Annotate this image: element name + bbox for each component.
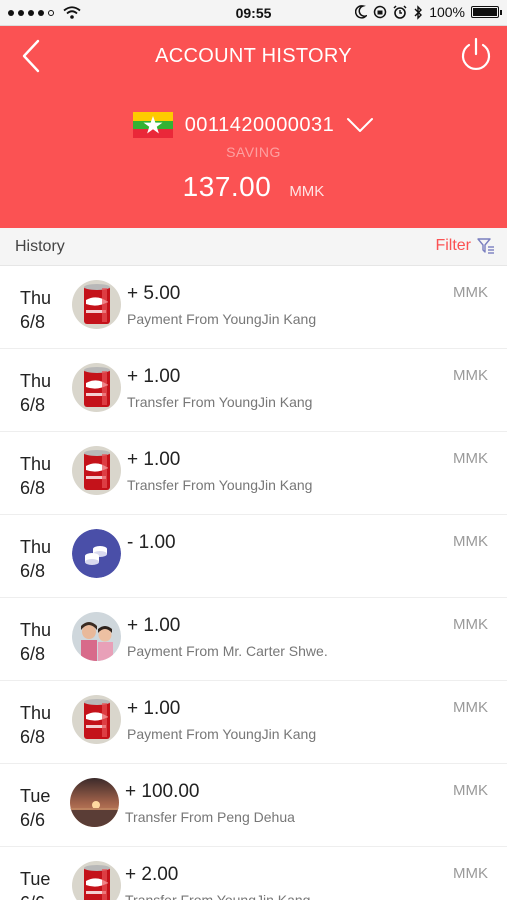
transaction-date: Thu 6/8 (20, 286, 51, 334)
bluetooth-icon (414, 4, 423, 20)
power-icon[interactable] (457, 36, 495, 74)
transaction-row[interactable]: Thu 6/8 + 1.00 Payment From Mr. Carter S… (0, 598, 507, 681)
transaction-date-value: 6/8 (20, 644, 46, 664)
transaction-amount: - 1.00 (127, 532, 176, 553)
transaction-row[interactable]: Thu 6/8 + 1.00 Payment From YoungJin Kan… (0, 681, 507, 764)
orientation-lock-icon (373, 5, 387, 19)
can-photo-avatar (72, 695, 121, 744)
transaction-currency: MMK (453, 533, 488, 550)
transaction-amount: + 2.00 (125, 864, 179, 885)
filter-button[interactable]: Filter (435, 237, 495, 255)
can-photo-avatar (72, 446, 121, 495)
transaction-day: Thu (20, 620, 52, 640)
account-header: ACCOUNT HISTORY 0011420000031 SAVING 137… (0, 26, 507, 228)
transaction-avatar (72, 861, 121, 900)
transaction-day: Thu (20, 454, 52, 474)
transaction-day: Thu (20, 371, 52, 391)
history-label: History (15, 238, 65, 255)
sunset-photo-avatar (70, 778, 119, 827)
transaction-date: Thu 6/8 (20, 369, 51, 417)
transaction-date-value: 6/6 (20, 891, 50, 900)
coins-icon (72, 529, 121, 578)
transaction-row[interactable]: Thu 6/8 + 5.00 Payment From YoungJin Kan… (0, 266, 507, 349)
transaction-description: Payment From YoungJin Kang (127, 311, 317, 327)
kids-photo-avatar (72, 612, 121, 661)
transaction-date-value: 6/6 (20, 810, 46, 830)
transaction-row[interactable]: Tue 6/6 + 2.00 Transfer From YoungJin Ka… (0, 847, 507, 900)
account-number: 0011420000031 (184, 113, 335, 136)
transaction-description: Transfer From YoungJin Kang (125, 892, 311, 900)
transaction-avatar (72, 446, 121, 495)
page-title: ACCOUNT HISTORY (155, 45, 352, 67)
transaction-list: Thu 6/8 + 5.00 Payment From YoungJin Kan… (0, 266, 507, 900)
transaction-date: Thu 6/8 (20, 701, 51, 749)
transaction-amount: + 1.00 (127, 698, 181, 719)
transaction-date: Thu 6/8 (20, 452, 51, 500)
transaction-description: Transfer From YoungJin Kang (127, 477, 313, 493)
can-photo-avatar (72, 280, 121, 329)
filter-icon (477, 238, 494, 254)
transaction-amount: + 100.00 (125, 781, 200, 802)
balance: 137.00 MMK (0, 171, 507, 203)
transaction-row[interactable]: Thu 6/8 + 1.00 Transfer From YoungJin Ka… (0, 349, 507, 432)
transaction-row[interactable]: Thu 6/8 + 1.00 Transfer From YoungJin Ka… (0, 432, 507, 515)
transaction-avatar (72, 529, 121, 578)
transaction-avatar (72, 280, 121, 329)
transaction-day: Tue (20, 869, 51, 889)
transaction-amount: + 1.00 (127, 615, 181, 636)
transaction-currency: MMK (453, 782, 488, 799)
transaction-avatar (72, 363, 121, 412)
transaction-description: Transfer From Peng Dehua (125, 809, 295, 825)
transaction-day: Thu (20, 537, 52, 557)
transaction-row[interactable]: Tue 6/6 + 100.00 Transfer From Peng Dehu… (0, 764, 507, 847)
myanmar-flag-icon (132, 112, 173, 138)
account-selector[interactable]: 0011420000031 (0, 112, 507, 138)
account-type: SAVING (226, 144, 281, 160)
status-bar: 09:55 100% (0, 0, 507, 26)
transaction-currency: MMK (453, 616, 488, 633)
alarm-icon (393, 5, 407, 19)
transaction-description: Payment From Mr. Carter Shwe. (127, 643, 328, 659)
transaction-day: Tue (20, 786, 51, 806)
transaction-date: Tue 6/6 (20, 784, 50, 832)
transaction-date: Thu 6/8 (20, 618, 51, 666)
transaction-avatar (72, 612, 121, 661)
transaction-currency: MMK (453, 865, 488, 882)
chevron-down-icon[interactable] (346, 116, 374, 134)
transaction-currency: MMK (453, 284, 488, 301)
transaction-date-value: 6/8 (20, 395, 46, 415)
transaction-day: Thu (20, 288, 52, 308)
transaction-amount: + 1.00 (127, 449, 181, 470)
transaction-date-value: 6/8 (20, 561, 46, 581)
transaction-date: Thu 6/8 (20, 535, 51, 583)
battery-percent: 100% (429, 4, 465, 20)
transaction-date: Tue 6/6 (20, 867, 50, 900)
can-photo-avatar (72, 861, 121, 900)
transaction-date-value: 6/8 (20, 312, 46, 332)
transaction-description: Payment From YoungJin Kang (127, 726, 317, 742)
transaction-currency: MMK (453, 367, 488, 384)
can-photo-avatar (72, 363, 121, 412)
battery-icon (471, 6, 502, 18)
balance-currency: MMK (289, 183, 325, 200)
transaction-amount: + 1.00 (127, 366, 181, 387)
filter-label: Filter (435, 237, 471, 254)
transaction-date-value: 6/8 (20, 478, 46, 498)
history-bar: History Filter (0, 228, 507, 266)
transaction-currency: MMK (453, 450, 488, 467)
transaction-currency: MMK (453, 699, 488, 716)
transaction-row[interactable]: Thu 6/8 - 1.00 MMK (0, 515, 507, 598)
transaction-day: Thu (20, 703, 52, 723)
moon-icon (355, 5, 368, 19)
transaction-amount: + 5.00 (127, 283, 181, 304)
transaction-avatar (70, 778, 119, 827)
balance-amount: 137.00 (182, 171, 272, 202)
transaction-description: Transfer From YoungJin Kang (127, 394, 313, 410)
transaction-avatar (72, 695, 121, 744)
transaction-date-value: 6/8 (20, 727, 46, 747)
